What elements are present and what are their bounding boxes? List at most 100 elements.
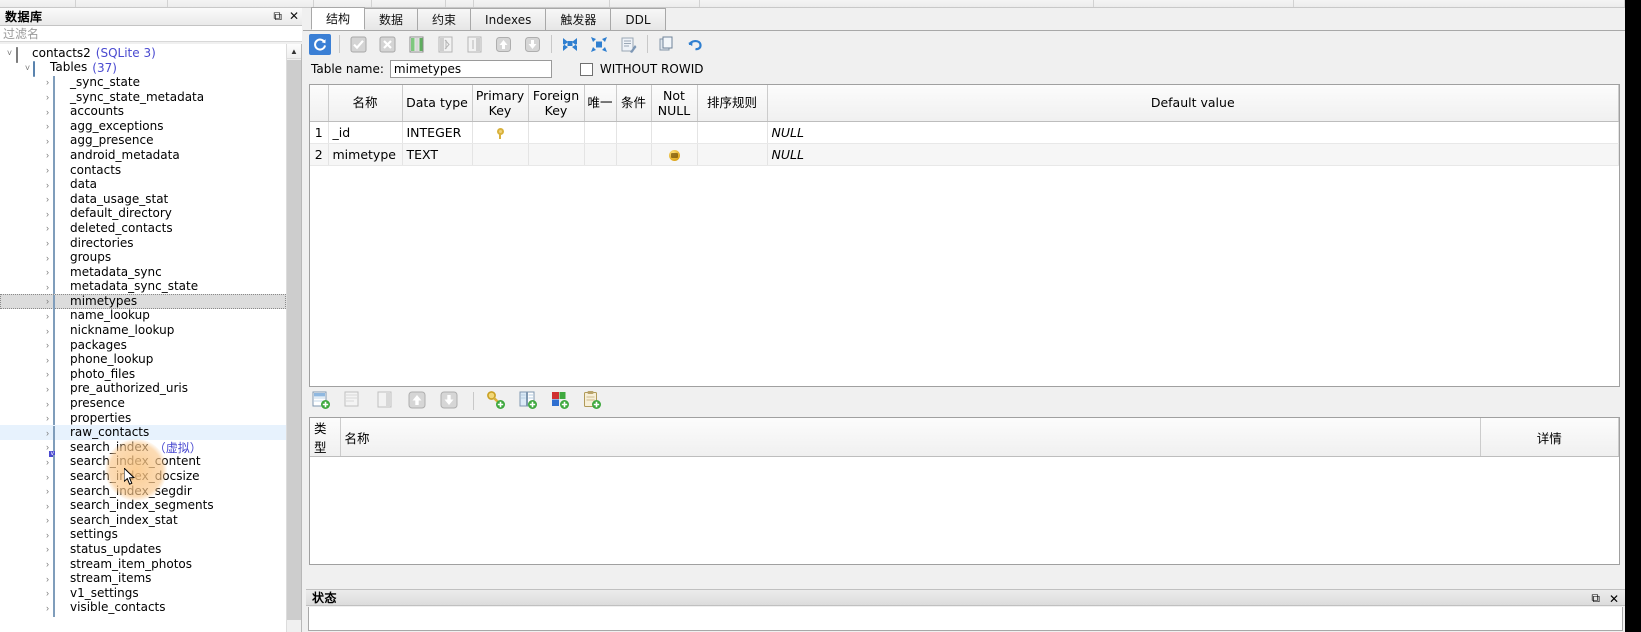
tree-node-deleted_contacts[interactable]: › deleted_contacts [0,221,286,238]
chevron-right-icon[interactable]: › [42,267,53,277]
undo-icon[interactable] [684,34,706,55]
move-down-icon[interactable] [439,390,461,412]
check-cell[interactable] [616,121,652,144]
tab-Indexes[interactable]: Indexes [470,8,547,30]
tree-node-settings[interactable]: › settings [0,528,286,545]
tree-node-Tables[interactable]: ˅ Tables (37) [0,61,286,78]
tree-node-data_usage_stat[interactable]: › data_usage_stat [0,192,286,209]
delete-constraint-icon[interactable] [375,390,397,412]
chevron-right-icon[interactable]: › [42,223,53,233]
insert-column-after-icon[interactable] [463,34,485,55]
chevron-right-icon[interactable]: › [42,603,53,613]
move-down-icon[interactable] [521,34,543,55]
constraints-toolbar[interactable] [303,387,1625,415]
column-header-Data type[interactable]: Data type [402,85,473,122]
table-name-input[interactable] [389,60,552,78]
chevron-right-icon[interactable]: › [42,340,53,350]
chevron-right-icon[interactable]: › [42,107,53,117]
chevron-down-icon[interactable]: ˅ [4,48,15,58]
primary-key-cell[interactable] [472,121,529,144]
tree-node-contacts[interactable]: › contacts [0,163,286,180]
tree-node-_sync_state[interactable]: › _sync_state [0,75,286,92]
database-tree[interactable]: ˅ contacts2 (SQLite 3) ˅ Tables (37) › _sync_st… [0,44,286,632]
chevron-right-icon[interactable]: › [42,253,53,263]
tree-node-_sync_state_metadata[interactable]: › _sync_state_metadata [0,90,286,107]
structure-row[interactable]: 2 mimetype TEXT NULL [310,143,1619,166]
unique-cell[interactable] [584,143,617,166]
chevron-right-icon[interactable]: › [42,588,53,598]
chevron-right-icon[interactable]: › [42,311,53,321]
primary-key-cell[interactable] [472,143,529,166]
chevron-right-icon[interactable]: › [42,399,53,409]
copy-icon[interactable] [655,34,677,55]
add-primary-key-icon[interactable] [486,390,508,412]
foreign-key-cell[interactable] [528,143,585,166]
add-unique-icon[interactable] [550,390,572,412]
column-name-cell[interactable]: mimetype [328,143,403,166]
chevron-right-icon[interactable]: › [42,326,53,336]
tree-node-accounts[interactable]: › accounts [0,104,286,122]
tree-node-presence[interactable]: › presence [0,396,286,414]
unique-cell[interactable] [584,121,617,144]
tree-node-directories[interactable]: › directories [0,236,286,253]
default-value-cell[interactable]: NULL [767,143,1619,166]
status-log-area[interactable] [308,607,1623,631]
tree-node-metadata_sync_state[interactable]: › metadata_sync_state [0,280,286,297]
tree-node-packages[interactable]: › packages [0,338,286,355]
tree-node-search_index_stat[interactable]: › search_index_stat [0,513,286,530]
chevron-right-icon[interactable]: › [42,150,53,160]
data-type-cell[interactable]: INTEGER [402,121,473,144]
tree-node-stream_item_photos[interactable]: › stream_item_photos [0,557,286,574]
collapse-all-icon[interactable] [559,34,581,55]
tree-node-contacts2[interactable]: ˅ contacts2 (SQLite 3) [0,46,286,63]
chevron-right-icon[interactable]: › [42,530,53,540]
tree-node-search_index[interactable]: › v search_index （虚拟） [0,440,286,457]
constraints-column-header-类型[interactable]: 类型 [310,418,341,457]
structure-grid[interactable]: 名称 Data type Primary Key Foreign Key 唯一 条件 Not… [310,85,1619,166]
tree-node-groups[interactable]: › groups [0,250,286,268]
collation-cell[interactable] [697,121,768,144]
chevron-right-icon[interactable]: › [42,209,53,219]
tree-node-agg_presence[interactable]: › agg_presence [0,134,286,151]
tree-node-default_directory[interactable]: › default_directory [0,207,286,224]
expand-all-icon[interactable] [588,34,610,55]
chevron-right-icon[interactable]: › [42,77,53,87]
tree-node-photo_files[interactable]: › photo_files [0,367,286,384]
apply-check-icon[interactable] [347,34,369,55]
chevron-right-icon[interactable]: › [42,355,53,365]
print-preview-icon[interactable] [617,34,639,55]
close-icon[interactable]: ✕ [1609,592,1619,606]
tree-node-metadata_sync[interactable]: › metadata_sync [0,265,286,282]
tree-node-data[interactable]: › data [0,177,286,195]
tree-node-pre_authorized_uris[interactable]: › pre_authorized_uris [0,382,286,399]
tab-触发器[interactable]: 触发器 [545,8,612,30]
tree-node-stream_items[interactable]: › stream_items [0,571,286,589]
tree-node-search_index_content[interactable]: › search_index_content [0,455,286,472]
chevron-right-icon[interactable]: › [42,92,53,102]
chevron-right-icon[interactable]: › [42,457,53,467]
chevron-right-icon[interactable]: › [42,384,53,394]
chevron-right-icon[interactable]: › [42,428,53,438]
tree-node-search_index_docsize[interactable]: › search_index_docsize [0,469,286,487]
tab-数据[interactable]: 数据 [364,8,419,30]
editor-tab-bar[interactable]: 结构 数据 约束 Indexes 触发器 DDL [303,7,1625,31]
column-name-cell[interactable]: _id [328,121,403,144]
column-header-Not NULL[interactable]: Not NULL [651,85,698,122]
chevron-right-icon[interactable]: › [42,501,53,511]
edit-constraint-icon[interactable] [343,390,365,412]
tree-node-nickname_lookup[interactable]: › nickname_lookup [0,323,286,341]
chevron-right-icon[interactable]: › [42,180,53,190]
column-header-Default value[interactable]: Default value [767,85,1619,122]
column-header-Foreign Key[interactable]: Foreign Key [528,85,585,122]
without-rowid-checkbox[interactable] [579,62,593,76]
chevron-right-icon[interactable]: › [42,165,53,175]
chevron-right-icon[interactable]: › [42,413,53,423]
tree-node-search_index_segments[interactable]: › search_index_segments [0,498,286,516]
not-null-cell[interactable] [651,143,698,166]
check-cell[interactable] [616,143,652,166]
chevron-right-icon[interactable]: › [42,136,53,146]
column-header-条件[interactable]: 条件 [616,85,652,122]
add-foreign-key-icon[interactable] [518,390,540,412]
tree-node-raw_contacts[interactable]: › raw_contacts [0,425,286,443]
tree-node-visible_contacts[interactable]: › visible_contacts [0,601,286,618]
